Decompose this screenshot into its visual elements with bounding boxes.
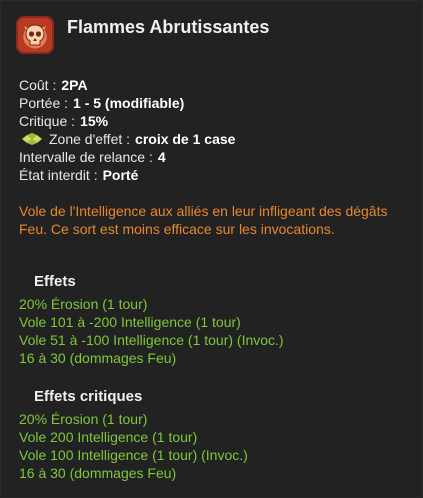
flame-skull-icon bbox=[16, 16, 54, 54]
effect-line: 16 à 30 (dommages Feu) bbox=[19, 350, 177, 366]
spell-tooltip: Flammes Abrutissantes Coût : 2PA Portée … bbox=[0, 0, 423, 498]
critical-effect-line: 20% Érosion (1 tour) bbox=[19, 411, 148, 427]
critical-effect-line: 16 à 30 (dommages Feu) bbox=[19, 465, 177, 481]
stat-area-label: Zone d'effet : bbox=[49, 131, 131, 147]
stat-cost: Coût : 2PA bbox=[19, 76, 235, 94]
stat-cost-label: Coût : bbox=[19, 77, 57, 93]
critical-effects-title: Effets critiques bbox=[34, 388, 143, 405]
stat-cooldown-value: 4 bbox=[157, 149, 166, 165]
stat-forbidden-state-value: Porté bbox=[102, 167, 139, 183]
effects-title: Effets bbox=[34, 273, 76, 290]
effect-line: Vole 101 à -200 Intelligence (1 tour) bbox=[19, 314, 241, 330]
stat-critical: Critique : 15% bbox=[19, 112, 235, 130]
critical-effect-line: Vole 200 Intelligence (1 tour) bbox=[19, 429, 198, 445]
stat-critical-value: 15% bbox=[80, 113, 109, 129]
stat-forbidden-state: État interdit : Porté bbox=[19, 166, 235, 184]
stat-cooldown-label: Intervalle de relance : bbox=[19, 149, 153, 165]
critical-effect-line: Vole 100 Intelligence (1 tour) (Invoc.) bbox=[19, 447, 248, 463]
spell-stats: Coût : 2PA Portée : 1 - 5 (modifiable) C… bbox=[19, 76, 235, 184]
effect-line: Vole 51 à -100 Intelligence (1 tour) (In… bbox=[19, 332, 284, 348]
stat-area-value: croix de 1 case bbox=[135, 131, 236, 147]
stat-cooldown: Intervalle de relance : 4 bbox=[19, 148, 235, 166]
spell-header: Flammes Abrutissantes bbox=[16, 15, 269, 55]
effect-line: 20% Érosion (1 tour) bbox=[19, 296, 148, 312]
stat-cost-value: 2PA bbox=[61, 77, 88, 93]
stat-forbidden-state-label: État interdit : bbox=[19, 167, 98, 183]
stat-range: Portée : 1 - 5 (modifiable) bbox=[19, 94, 235, 112]
spell-description: Vole de l'Intelligence aux alliés en leu… bbox=[19, 203, 388, 237]
effects-section: Effets 20% Érosion (1 tour) Vole 101 à -… bbox=[19, 273, 284, 367]
cross-zone-icon bbox=[22, 133, 42, 145]
stat-range-value: 1 - 5 (modifiable) bbox=[73, 95, 185, 111]
stat-area: Zone d'effet : croix de 1 case bbox=[19, 130, 235, 148]
stat-range-label: Portée : bbox=[19, 95, 69, 111]
spell-title: Flammes Abrutissantes bbox=[67, 17, 270, 37]
stat-critical-label: Critique : bbox=[19, 113, 76, 129]
critical-effects-section: Effets critiques 20% Érosion (1 tour) Vo… bbox=[19, 388, 248, 482]
